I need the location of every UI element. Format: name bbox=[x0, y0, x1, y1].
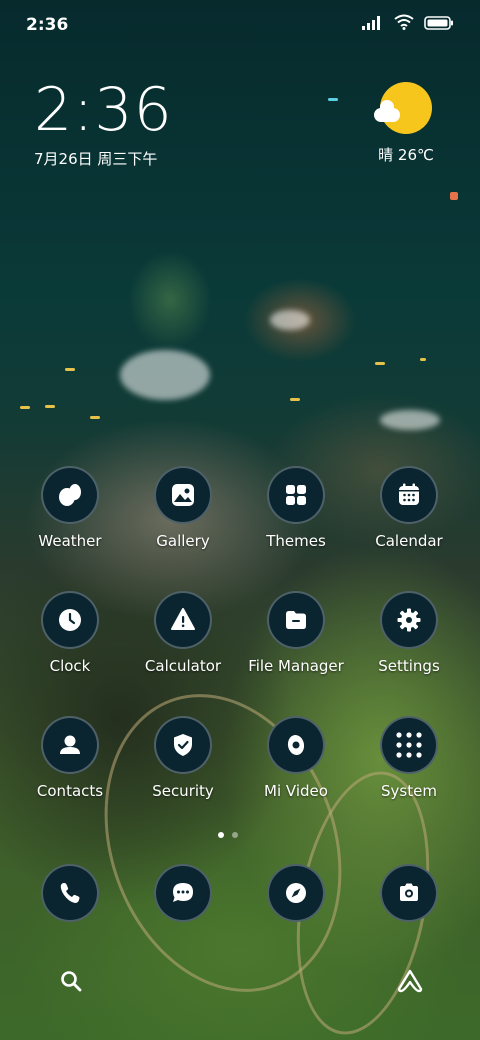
dock-messages[interactable] bbox=[128, 864, 238, 922]
folder-grid-icon bbox=[380, 716, 438, 774]
app-label: Settings bbox=[378, 657, 440, 675]
app-weather[interactable]: Weather bbox=[15, 466, 125, 550]
video-icon bbox=[267, 716, 325, 774]
shield-icon bbox=[154, 716, 212, 774]
app-label: File Manager bbox=[248, 657, 344, 675]
app-contacts[interactable]: Contacts bbox=[15, 716, 125, 800]
app-label: Security bbox=[152, 782, 214, 800]
calendar-icon bbox=[380, 466, 438, 524]
sun-cloud-icon bbox=[374, 82, 432, 134]
folder-icon bbox=[267, 591, 325, 649]
app-label: System bbox=[381, 782, 437, 800]
status-time: 2:36 bbox=[26, 15, 69, 35]
gear-icon bbox=[380, 591, 438, 649]
app-label: Themes bbox=[266, 532, 326, 550]
phone-icon bbox=[41, 864, 99, 922]
weather-text: 晴 26℃ bbox=[378, 146, 434, 164]
app-clock[interactable]: Clock bbox=[15, 591, 125, 675]
wifi-icon bbox=[394, 14, 414, 34]
app-label: Contacts bbox=[36, 782, 104, 800]
app-calculator[interactable]: Calculator bbox=[128, 591, 238, 675]
app-gallery[interactable]: Gallery bbox=[128, 466, 238, 550]
themes-icon bbox=[267, 466, 325, 524]
messages-icon bbox=[154, 864, 212, 922]
page-dot-1[interactable] bbox=[218, 832, 224, 838]
search-button[interactable] bbox=[56, 968, 86, 998]
app-label: Weather bbox=[38, 532, 102, 550]
app-vault-button[interactable] bbox=[395, 968, 425, 998]
page-dot-2[interactable] bbox=[232, 832, 238, 838]
battery-icon bbox=[424, 15, 454, 34]
compass-icon bbox=[267, 864, 325, 922]
app-label: Clock bbox=[49, 657, 91, 675]
status-icons bbox=[362, 14, 454, 34]
app-calendar[interactable]: Calendar bbox=[354, 466, 464, 550]
app-mi-video[interactable]: Mi Video bbox=[241, 716, 351, 800]
clock-app-icon bbox=[41, 591, 99, 649]
app-vault-icon bbox=[396, 968, 424, 998]
contacts-icon bbox=[41, 716, 99, 774]
camera-icon bbox=[380, 864, 438, 922]
clock-time: 2:36 bbox=[34, 75, 173, 145]
dock-browser[interactable] bbox=[241, 864, 351, 922]
app-label: Mi Video bbox=[264, 782, 328, 800]
app-system-folder[interactable]: System bbox=[354, 716, 464, 800]
app-label: Calendar bbox=[375, 532, 443, 550]
dock-camera[interactable] bbox=[354, 864, 464, 922]
dock-phone[interactable] bbox=[15, 864, 125, 922]
clock-date: 7月26日 周三下午 bbox=[34, 150, 158, 168]
clock-widget[interactable]: 2:36 7月26日 周三下午 bbox=[34, 78, 173, 169]
calculator-icon bbox=[154, 591, 212, 649]
signal-icon bbox=[362, 15, 384, 34]
app-settings[interactable]: Settings bbox=[354, 591, 464, 675]
app-label: Gallery bbox=[156, 532, 210, 550]
weather-app-icon bbox=[41, 466, 99, 524]
app-label: Calculator bbox=[144, 657, 222, 675]
app-themes[interactable]: Themes bbox=[241, 466, 351, 550]
status-bar: 2:36 bbox=[0, 0, 480, 48]
app-security[interactable]: Security bbox=[128, 716, 238, 800]
gallery-icon bbox=[154, 466, 212, 524]
app-file-manager[interactable]: File Manager bbox=[241, 591, 351, 675]
page-indicator[interactable] bbox=[218, 832, 238, 838]
search-icon bbox=[59, 969, 83, 997]
weather-widget[interactable]: 晴 26℃ bbox=[366, 82, 446, 165]
